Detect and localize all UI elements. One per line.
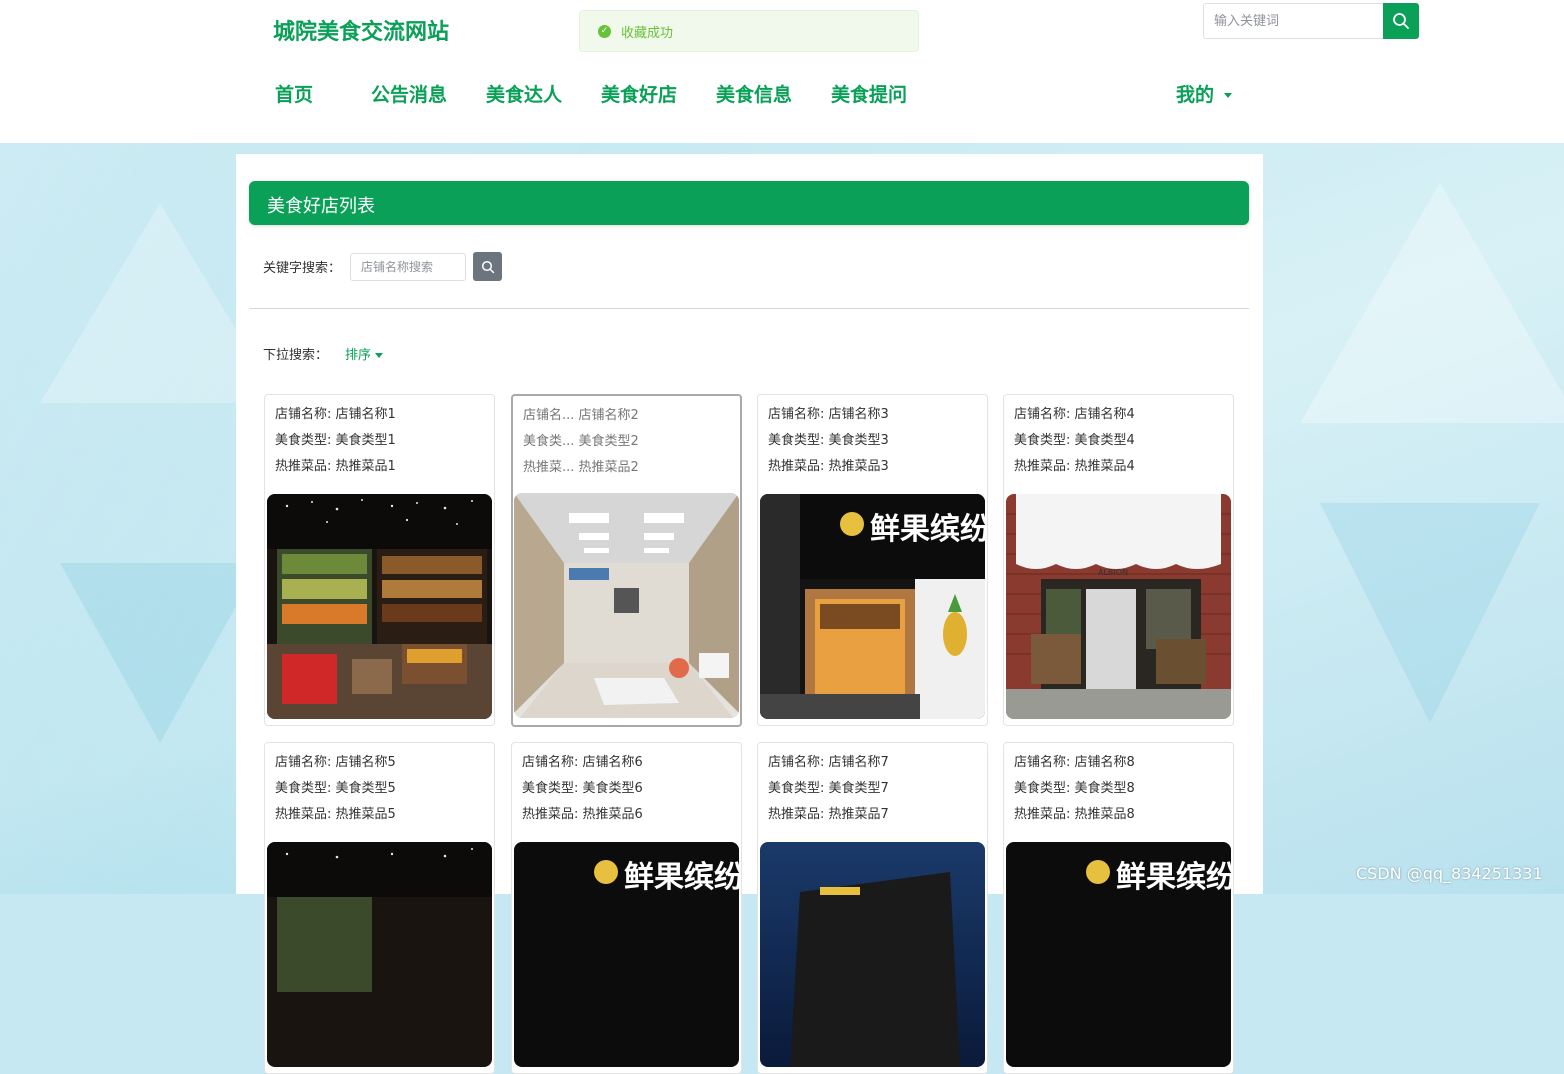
shop-hot-dish: 热推菜品: 热推菜品1 xyxy=(275,459,396,474)
shop-image[interactable] xyxy=(760,842,985,1067)
shop-image[interactable] xyxy=(267,494,492,719)
awning-sign: ALBION xyxy=(1098,568,1128,577)
sort-dropdown[interactable]: 排序 xyxy=(345,344,384,363)
nav-mine-label: 我的 xyxy=(1176,84,1215,106)
nav-mine-dropdown[interactable]: 我的 xyxy=(1176,80,1233,107)
shop-name: 店铺名... 店铺名称2 xyxy=(523,408,639,423)
content-panel: 美食好店列表 关键字搜索： 下拉搜索： 排序 店铺名称: 店铺名称1 美食类型:… xyxy=(236,154,1263,1074)
shop-name: 店铺名称: 店铺名称7 xyxy=(768,755,889,770)
shop-card[interactable]: 店铺名称: 店铺名称8 美食类型: 美食类型8 热推菜品: 热推菜品8 鲜果缤纷 xyxy=(1003,742,1234,1074)
search-icon xyxy=(1393,13,1409,29)
top-search-input[interactable] xyxy=(1203,3,1383,39)
fruit-store-sign: 鲜果缤纷 xyxy=(870,512,985,547)
shop-name: 店铺名称: 店铺名称8 xyxy=(1014,755,1135,770)
fruit-store-sign: 鲜果缤纷 xyxy=(624,860,739,895)
nav-home[interactable]: 首页 xyxy=(275,80,313,107)
keyword-search-button[interactable] xyxy=(473,252,502,281)
shop-image[interactable] xyxy=(267,842,492,1067)
site-header: 城院美食交流网站 ✓ 收藏成功 首页 公告消息 美食达人 美食好店 美食信息 美… xyxy=(0,0,1564,143)
list-title: 美食好店列表 xyxy=(267,196,375,217)
shop-name: 店铺名称: 店铺名称6 xyxy=(522,755,643,770)
fruit-store-sign: 鲜果缤纷 xyxy=(1116,860,1231,895)
chevron-down-icon xyxy=(375,353,384,358)
shop-info: 店铺名... 店铺名称2 美食类... 美食类型2 热推菜... 热推菜品2 xyxy=(523,406,639,484)
shop-image[interactable]: 鲜果缤纷 xyxy=(514,842,739,1067)
shop-hot-dish: 热推菜品: 热推菜品6 xyxy=(522,807,643,822)
site-title[interactable]: 城院美食交流网站 xyxy=(273,14,449,46)
shop-food-type: 美食类... 美食类型2 xyxy=(523,434,639,449)
shop-name: 店铺名称: 店铺名称4 xyxy=(1014,407,1135,422)
shop-info: 店铺名称: 店铺名称5 美食类型: 美食类型5 热推菜品: 热推菜品5 xyxy=(275,753,396,831)
top-search xyxy=(1203,3,1419,39)
shop-info: 店铺名称: 店铺名称4 美食类型: 美食类型4 热推菜品: 热推菜品4 xyxy=(1014,405,1135,483)
shop-food-type: 美食类型: 美食类型8 xyxy=(1014,781,1135,796)
shop-name: 店铺名称: 店铺名称3 xyxy=(768,407,889,422)
shop-hot-dish: 热推菜品: 热推菜品3 xyxy=(768,459,889,474)
shop-food-type: 美食类型: 美食类型6 xyxy=(522,781,643,796)
shop-card[interactable]: 店铺名称: 店铺名称5 美食类型: 美食类型5 热推菜品: 热推菜品5 xyxy=(264,742,495,1074)
top-search-button[interactable] xyxy=(1383,3,1419,39)
shop-name-search-input[interactable] xyxy=(350,253,466,281)
shop-food-type: 美食类型: 美食类型7 xyxy=(768,781,889,796)
list-header: 美食好店列表 xyxy=(249,181,1249,225)
nav-food-questions[interactable]: 美食提问 xyxy=(831,80,907,107)
sort-label: 排序 xyxy=(345,348,372,363)
shop-food-type: 美食类型: 美食类型3 xyxy=(768,433,889,448)
shop-info: 店铺名称: 店铺名称1 美食类型: 美食类型1 热推菜品: 热推菜品1 xyxy=(275,405,396,483)
shop-food-type: 美食类型: 美食类型1 xyxy=(275,433,396,448)
shop-info: 店铺名称: 店铺名称6 美食类型: 美食类型6 热推菜品: 热推菜品6 xyxy=(522,753,643,831)
shop-image[interactable]: 鲜果缤纷 xyxy=(760,494,985,719)
shop-card[interactable]: 店铺名称: 店铺名称6 美食类型: 美食类型6 热推菜品: 热推菜品6 鲜果缤纷 xyxy=(511,742,742,1074)
shop-card[interactable]: 店铺名称: 店铺名称7 美食类型: 美食类型7 热推菜品: 热推菜品7 xyxy=(757,742,988,1074)
nav-food-info[interactable]: 美食信息 xyxy=(716,80,792,107)
csdn-watermark: CSDN @qq_834251331 xyxy=(1356,864,1543,883)
shop-hot-dish: 热推菜... 热推菜品2 xyxy=(523,460,639,475)
shop-card[interactable]: 店铺名称: 店铺名称3 美食类型: 美食类型3 热推菜品: 热推菜品3 鲜果缤纷 xyxy=(757,394,988,726)
shop-hot-dish: 热推菜品: 热推菜品8 xyxy=(1014,807,1135,822)
success-toast: ✓ 收藏成功 xyxy=(579,10,919,52)
dropdown-search-label: 下拉搜索： xyxy=(263,348,329,363)
shop-food-type: 美食类型: 美食类型4 xyxy=(1014,433,1135,448)
shop-hot-dish: 热推菜品: 热推菜品5 xyxy=(275,807,396,822)
shop-hot-dish: 热推菜品: 热推菜品7 xyxy=(768,807,889,822)
keyword-search-label: 关键字搜索： xyxy=(263,261,342,276)
search-icon xyxy=(481,260,494,273)
divider xyxy=(249,308,1249,309)
shop-hot-dish: 热推菜品: 热推菜品4 xyxy=(1014,459,1135,474)
shop-card[interactable]: 店铺名称: 店铺名称1 美食类型: 美食类型1 热推菜品: 热推菜品1 xyxy=(264,394,495,726)
shop-name: 店铺名称: 店铺名称1 xyxy=(275,407,396,422)
toast-message: 收藏成功 xyxy=(621,25,674,41)
shop-info: 店铺名称: 店铺名称7 美食类型: 美食类型7 热推菜品: 热推菜品7 xyxy=(768,753,889,831)
shop-food-type: 美食类型: 美食类型5 xyxy=(275,781,396,796)
shop-card[interactable]: 店铺名称: 店铺名称4 美食类型: 美食类型4 热推菜品: 热推菜品4 ALBI… xyxy=(1003,394,1234,726)
nav-food-shops[interactable]: 美食好店 xyxy=(601,80,677,107)
check-circle-icon: ✓ xyxy=(598,24,611,38)
shop-image[interactable] xyxy=(514,493,739,718)
shop-info: 店铺名称: 店铺名称3 美食类型: 美食类型3 热推菜品: 热推菜品3 xyxy=(768,405,889,483)
chevron-down-icon xyxy=(1224,93,1233,98)
nav-food-experts[interactable]: 美食达人 xyxy=(486,80,562,107)
shop-name: 店铺名称: 店铺名称5 xyxy=(275,755,396,770)
shop-image[interactable]: 鲜果缤纷 xyxy=(1006,842,1231,1067)
shop-info: 店铺名称: 店铺名称8 美食类型: 美食类型8 热推菜品: 热推菜品8 xyxy=(1014,753,1135,831)
shop-image[interactable]: ALBION xyxy=(1006,494,1231,719)
nav-announcements[interactable]: 公告消息 xyxy=(371,80,447,107)
shop-card-hovered[interactable]: 店铺名... 店铺名称2 美食类... 美食类型2 热推菜... 热推菜品2 xyxy=(511,394,742,727)
